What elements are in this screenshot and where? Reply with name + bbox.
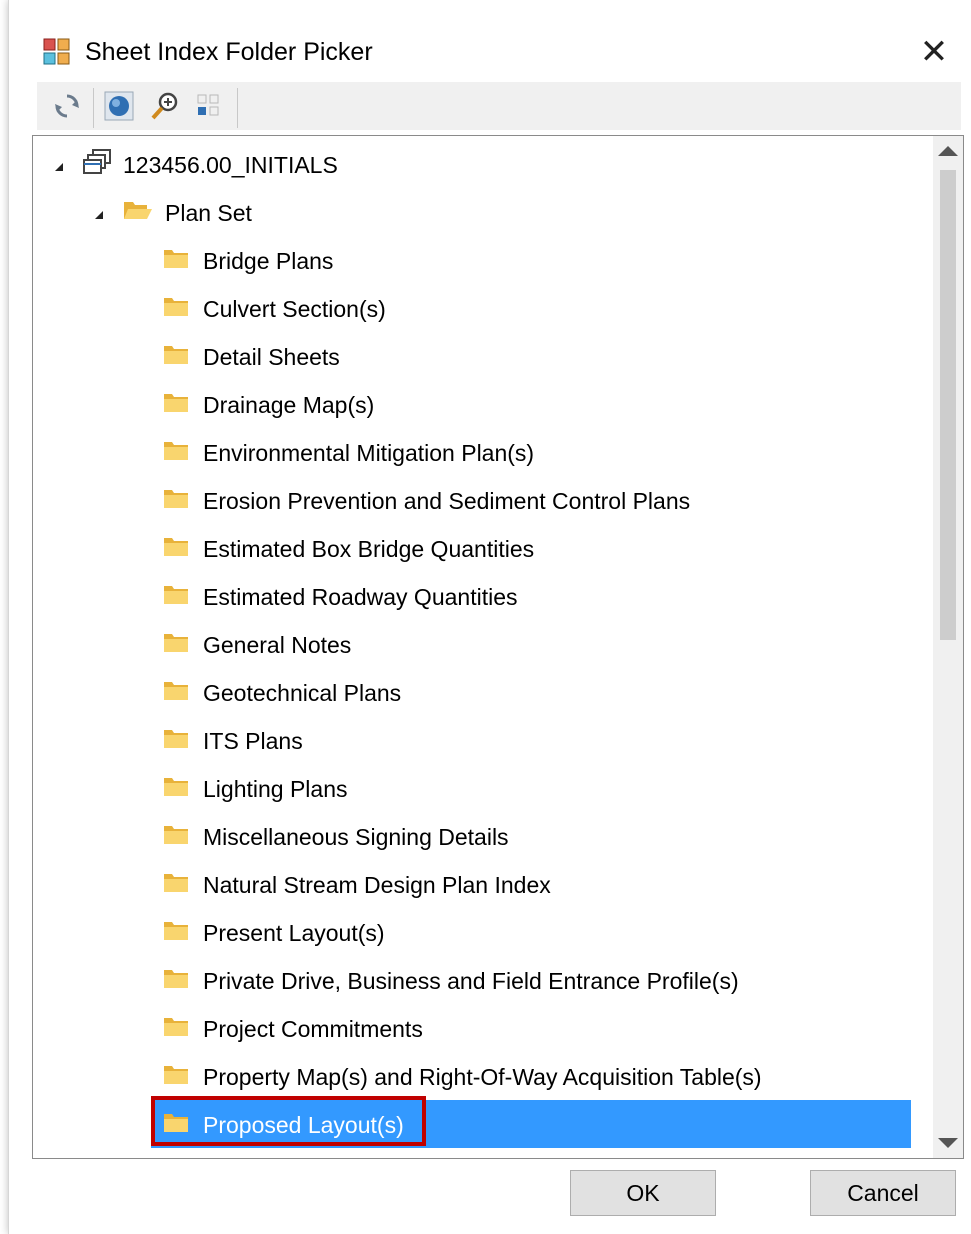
tree-node-label: Private Drive, Business and Field Entran… (203, 968, 739, 994)
tree-node-label: Lighting Plans (203, 776, 348, 802)
folder-icon (163, 343, 189, 371)
collapse-arrow-icon[interactable] (53, 152, 83, 179)
tree-node-label: Estimated Box Bridge Quantities (203, 536, 535, 562)
tree-node-label: Natural Stream Design Plan Index (203, 872, 551, 898)
tree-node-label: Geotechnical Plans (203, 680, 402, 706)
folder-icon (163, 919, 189, 947)
zoom-icon (150, 91, 180, 126)
tree-node-folder[interactable]: Project Commitments (163, 1006, 423, 1052)
tree-node-plan-set[interactable]: Plan Set (93, 190, 252, 236)
ok-button-label: OK (626, 1179, 660, 1206)
grid-view-icon (195, 92, 223, 125)
tree-node-folder[interactable]: Estimated Roadway Quantities (163, 574, 518, 620)
tree-node-label: Culvert Section(s) (203, 296, 386, 322)
tree-node-label: ITS Plans (203, 728, 303, 754)
toolbar-separator (93, 88, 94, 128)
globe-icon (104, 91, 134, 126)
project-icon (83, 149, 113, 181)
refresh-icon (53, 92, 81, 125)
folder-icon (163, 1063, 189, 1091)
folder-icon (163, 679, 189, 707)
tree-node-folder[interactable]: Detail Sheets (163, 334, 340, 380)
folder-icon (163, 967, 189, 995)
tree-node-folder[interactable]: Property Map(s) and Right-Of-Way Acquisi… (163, 1054, 762, 1100)
ok-button[interactable]: OK (570, 1170, 716, 1216)
close-button[interactable]: ✕ (914, 32, 954, 72)
folder-icon (163, 487, 189, 515)
tree-node-label: Plan Set (165, 200, 252, 226)
folder-icon (163, 535, 189, 563)
tree-node-label: Erosion Prevention and Sediment Control … (203, 488, 691, 514)
tree-node-folder[interactable]: General Notes (163, 622, 351, 668)
tree-node-label: Present Layout(s) (203, 920, 385, 946)
tree-node-folder[interactable]: Environmental Mitigation Plan(s) (163, 430, 534, 476)
tree-node-folder[interactable]: Culvert Section(s) (163, 286, 386, 332)
scroll-up-arrow-icon[interactable] (938, 146, 958, 156)
tree-node-folder[interactable]: Natural Stream Design Plan Index (163, 862, 551, 908)
tree-node-folder[interactable]: Bridge Plans (163, 238, 333, 284)
folder-icon (163, 247, 189, 275)
open-folder-icon (123, 198, 153, 228)
tree-node-folder[interactable]: Drainage Map(s) (163, 382, 374, 428)
cancel-button[interactable]: Cancel (810, 1170, 956, 1216)
tree-node-label: Estimated Roadway Quantities (203, 584, 518, 610)
tree-node-folder[interactable]: Lighting Plans (163, 766, 348, 812)
tree-node-folder[interactable]: Geotechnical Plans (163, 670, 401, 716)
tree-node-folder[interactable]: Present Layout(s) (163, 910, 385, 956)
tree-node-root[interactable]: 123456.00_INITIALS (53, 142, 338, 188)
folder-icon (163, 439, 189, 467)
tree-node-folder[interactable]: Erosion Prevention and Sediment Control … (163, 478, 690, 524)
toolbar-separator (237, 88, 238, 128)
cancel-button-label: Cancel (847, 1179, 919, 1206)
folder-tree[interactable]: 123456.00_INITIALS Plan Set Bridge Plans… (32, 135, 964, 1159)
vertical-scrollbar[interactable] (933, 136, 963, 1158)
folder-icon (163, 727, 189, 755)
grid-view-button[interactable] (189, 88, 229, 128)
annotation-highlight-box (151, 1096, 426, 1146)
scroll-down-arrow-icon[interactable] (938, 1138, 958, 1148)
folder-icon (163, 295, 189, 323)
collapse-arrow-icon[interactable] (93, 200, 123, 227)
tree-node-folder[interactable]: ITS Plans (163, 718, 303, 764)
folder-icon (163, 631, 189, 659)
folder-icon (163, 391, 189, 419)
tree-node-label: Project Commitments (203, 1016, 423, 1042)
close-icon: ✕ (919, 33, 949, 71)
tree-node-label: Drainage Map(s) (203, 392, 375, 418)
tree-node-label: Bridge Plans (203, 248, 334, 274)
tree-node-label: Environmental Mitigation Plan(s) (203, 440, 535, 466)
folder-picker-dialog: Sheet Index Folder Picker ✕ 123456.00_IN… (8, 0, 971, 1234)
tree-node-label: 123456.00_INITIALS (123, 152, 338, 178)
window-title: Sheet Index Folder Picker (85, 38, 373, 66)
sheet-index-app-icon (43, 38, 71, 66)
refresh-button[interactable] (47, 88, 87, 128)
tree-node-folder[interactable]: Estimated Box Bridge Quantities (163, 526, 534, 572)
folder-icon (163, 583, 189, 611)
globe-button[interactable] (99, 88, 139, 128)
tree-node-folder[interactable]: Private Drive, Business and Field Entran… (163, 958, 739, 1004)
tree-node-label: Miscellaneous Signing Details (203, 824, 509, 850)
tree-node-label: Property Map(s) and Right-Of-Way Acquisi… (203, 1064, 762, 1090)
scrollbar-thumb[interactable] (940, 170, 956, 640)
folder-icon (163, 871, 189, 899)
folder-icon (163, 823, 189, 851)
folder-icon (163, 775, 189, 803)
toolbar (37, 82, 961, 130)
title-bar: Sheet Index Folder Picker ✕ (9, 0, 971, 80)
zoom-button[interactable] (145, 88, 185, 128)
folder-icon (163, 1015, 189, 1043)
tree-node-folder[interactable]: Miscellaneous Signing Details (163, 814, 509, 860)
tree-node-label: Detail Sheets (203, 344, 340, 370)
tree-node-label: General Notes (203, 632, 352, 658)
